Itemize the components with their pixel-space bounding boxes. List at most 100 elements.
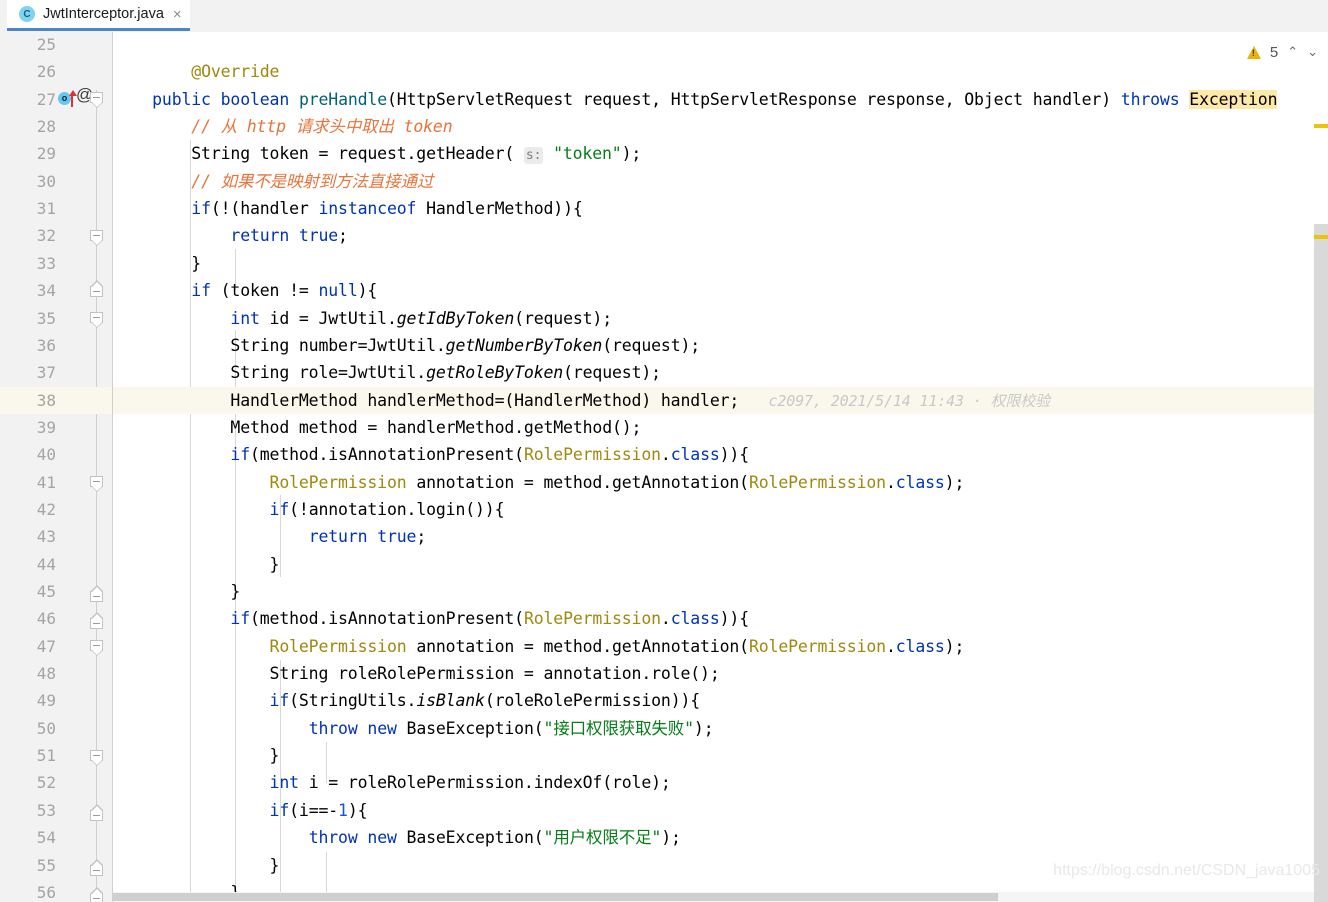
- fold-marker-open[interactable]: [90, 750, 105, 767]
- fold-marker-close[interactable]: [90, 804, 105, 821]
- line-text[interactable]: }: [113, 250, 201, 277]
- line-text[interactable]: String token = request.getHeader( s: "to…: [113, 140, 641, 167]
- code-line-27[interactable]: 27 public boolean preHandle(HttpServletR…: [0, 86, 1328, 113]
- code-line-53[interactable]: 53 if(i==-1){: [0, 797, 1328, 824]
- line-number[interactable]: 26: [0, 58, 56, 85]
- line-number[interactable]: 46: [0, 605, 56, 632]
- fold-marker-close[interactable]: [90, 585, 105, 602]
- line-text[interactable]: RolePermission annotation = method.getAn…: [113, 469, 965, 496]
- code-line-34[interactable]: 34 if (token != null){: [0, 277, 1328, 304]
- fold-marker-close[interactable]: [90, 612, 105, 629]
- line-number[interactable]: 56: [0, 879, 56, 902]
- line-number[interactable]: 47: [0, 633, 56, 660]
- line-text[interactable]: String roleRolePermission = annotation.r…: [113, 660, 720, 687]
- line-number[interactable]: 29: [0, 140, 56, 167]
- line-number[interactable]: 28: [0, 113, 56, 140]
- fold-marker-open[interactable]: [90, 640, 105, 657]
- code-line-49[interactable]: 49 if(StringUtils.isBlank(roleRolePermis…: [0, 687, 1328, 714]
- code-line-30[interactable]: 30 // 如果不是映射到方法直接通过: [0, 168, 1328, 195]
- close-icon[interactable]: ×: [173, 7, 182, 22]
- line-number[interactable]: 38: [0, 387, 56, 414]
- fold-marker-open[interactable]: [90, 92, 105, 109]
- line-text[interactable]: if(i==-1){: [113, 797, 368, 824]
- code-line-39[interactable]: 39 Method method = handlerMethod.getMeth…: [0, 414, 1328, 441]
- line-text[interactable]: String number=JwtUtil.getNumberByToken(r…: [113, 332, 700, 359]
- code-line-28[interactable]: 28 // 从 http 请求头中取出 token: [0, 113, 1328, 140]
- line-text[interactable]: if(method.isAnnotationPresent(RolePermis…: [113, 605, 749, 632]
- horizontal-scrollbar-thumb[interactable]: [113, 893, 998, 901]
- code-line-44[interactable]: 44 }: [0, 551, 1328, 578]
- line-number[interactable]: 35: [0, 305, 56, 332]
- line-number[interactable]: 31: [0, 195, 56, 222]
- fold-marker-open[interactable]: [90, 476, 105, 493]
- code-line-32[interactable]: 32 return true;: [0, 222, 1328, 249]
- line-text[interactable]: throw new BaseException("用户权限不足");: [113, 824, 681, 851]
- fold-marker-close[interactable]: [90, 887, 105, 902]
- line-number[interactable]: 39: [0, 414, 56, 441]
- line-number[interactable]: 44: [0, 551, 56, 578]
- fold-marker-open[interactable]: [90, 230, 105, 247]
- line-text[interactable]: return true;: [113, 523, 427, 550]
- line-number[interactable]: 40: [0, 441, 56, 468]
- code-line-31[interactable]: 31 if(!(handler instanceof HandlerMethod…: [0, 195, 1328, 222]
- code-line-52[interactable]: 52 int i = roleRolePermission.indexOf(ro…: [0, 769, 1328, 796]
- line-number[interactable]: 45: [0, 578, 56, 605]
- code-line-40[interactable]: 40 if(method.isAnnotationPresent(RolePer…: [0, 441, 1328, 468]
- line-text[interactable]: HandlerMethod handlerMethod=(HandlerMeth…: [113, 387, 1050, 414]
- line-number[interactable]: 33: [0, 250, 56, 277]
- fold-marker-close[interactable]: [90, 859, 105, 876]
- line-number[interactable]: 30: [0, 168, 56, 195]
- chevron-up-icon[interactable]: ⌃: [1287, 45, 1298, 60]
- code-line-25[interactable]: 25: [0, 32, 1328, 58]
- line-number[interactable]: 27: [0, 86, 56, 113]
- code-line-26[interactable]: 26 @Override: [0, 58, 1328, 85]
- inspection-status-widget[interactable]: 5 ⌃ ⌄: [1246, 44, 1318, 61]
- code-line-47[interactable]: 47 RolePermission annotation = method.ge…: [0, 633, 1328, 660]
- line-number[interactable]: 49: [0, 687, 56, 714]
- line-text[interactable]: public boolean preHandle(HttpServletRequ…: [113, 86, 1278, 113]
- implements-method-icon[interactable]: o: [58, 90, 77, 107]
- code-line-51[interactable]: 51 }: [0, 742, 1328, 769]
- warning-stripe-mark[interactable]: [1314, 124, 1328, 128]
- line-text[interactable]: RolePermission annotation = method.getAn…: [113, 633, 965, 660]
- fold-marker-close[interactable]: [90, 280, 105, 297]
- line-text[interactable]: @Override: [113, 58, 279, 85]
- line-number[interactable]: 50: [0, 715, 56, 742]
- line-text[interactable]: }: [113, 578, 240, 605]
- code-line-37[interactable]: 37 String role=JwtUtil.getRoleByToken(re…: [0, 359, 1328, 386]
- code-editor[interactable]: 25 26 @Override 27 public boolean preHandl…: [0, 32, 1328, 902]
- line-number[interactable]: 25: [0, 32, 56, 58]
- line-number[interactable]: 54: [0, 824, 56, 851]
- line-text[interactable]: // 如果不是映射到方法直接通过: [113, 168, 433, 195]
- line-number[interactable]: 52: [0, 769, 56, 796]
- line-text[interactable]: if(StringUtils.isBlank(roleRolePermissio…: [113, 687, 701, 714]
- code-line-41[interactable]: 41 RolePermission annotation = method.ge…: [0, 469, 1328, 496]
- code-line-29[interactable]: 29 String token = request.getHeader( s: …: [0, 140, 1328, 167]
- code-line-45[interactable]: 45 }: [0, 578, 1328, 605]
- line-number[interactable]: 37: [0, 359, 56, 386]
- line-number[interactable]: 43: [0, 523, 56, 550]
- line-text[interactable]: if(method.isAnnotationPresent(RolePermis…: [113, 441, 749, 468]
- error-stripe-marker-bar[interactable]: [1314, 32, 1328, 902]
- line-number[interactable]: 32: [0, 222, 56, 249]
- code-line-42[interactable]: 42 if(!annotation.login()){: [0, 496, 1328, 523]
- code-line-35[interactable]: 35 int id = JwtUtil.getIdByToken(request…: [0, 305, 1328, 332]
- line-text[interactable]: int i = roleRolePermission.indexOf(role)…: [113, 769, 671, 796]
- fold-marker-open[interactable]: [90, 312, 105, 329]
- line-text[interactable]: }: [113, 852, 280, 879]
- line-number[interactable]: 55: [0, 852, 56, 879]
- line-number[interactable]: 51: [0, 742, 56, 769]
- line-text[interactable]: if (token != null){: [113, 277, 377, 304]
- line-number[interactable]: 36: [0, 332, 56, 359]
- line-number[interactable]: 53: [0, 797, 56, 824]
- code-line-33[interactable]: 33 }: [0, 250, 1328, 277]
- editor-tab-jwtinterceptor[interactable]: C JwtInterceptor.java ×: [7, 0, 190, 31]
- code-line-46[interactable]: 46 if(method.isAnnotationPresent(RolePer…: [0, 605, 1328, 632]
- line-text[interactable]: }: [113, 742, 280, 769]
- line-number[interactable]: 41: [0, 469, 56, 496]
- code-line-43[interactable]: 43 return true;: [0, 523, 1328, 550]
- line-text[interactable]: throw new BaseException("接口权限获取失败");: [113, 715, 714, 742]
- line-text[interactable]: Method method = handlerMethod.getMethod(…: [113, 414, 641, 441]
- code-line-48[interactable]: 48 String roleRolePermission = annotatio…: [0, 660, 1328, 687]
- line-text[interactable]: // 从 http 请求头中取出 token: [113, 113, 452, 140]
